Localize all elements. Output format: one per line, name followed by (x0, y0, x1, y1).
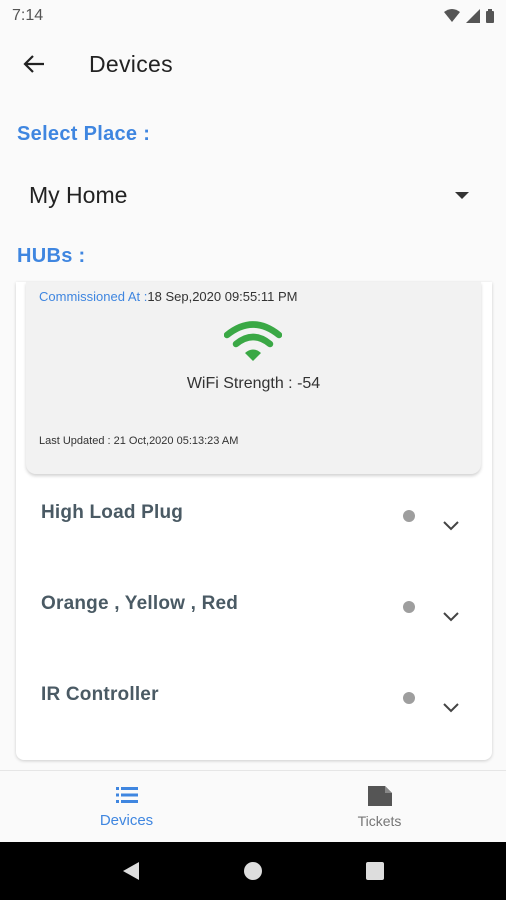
select-place-label: Select Place : (17, 123, 151, 145)
nav-devices[interactable]: Devices (0, 771, 253, 842)
system-home-button[interactable] (242, 860, 264, 882)
device-name: Orange , Yellow , Red (41, 593, 239, 614)
nav-tickets-label: Tickets (357, 812, 402, 829)
page-title: Devices (89, 50, 173, 77)
status-dot (403, 601, 415, 613)
system-back-button[interactable] (120, 860, 142, 882)
dropdown-arrow-icon (455, 191, 469, 199)
wifi-strength: WiFi Strength : -54 (186, 375, 321, 392)
app-bar: Devices (0, 32, 506, 96)
square-recents-icon (366, 862, 384, 880)
battery-icon (486, 9, 494, 23)
nav-devices-label: Devices (99, 812, 154, 829)
device-row-high-load-plug[interactable]: High Load Plug (16, 502, 492, 592)
commissioned-value: 18 Sep,2020 09:55:11 PM (147, 289, 298, 304)
place-select[interactable]: My Home (17, 172, 487, 218)
signal-icon (466, 9, 480, 23)
wifi-icon (224, 321, 282, 361)
back-button[interactable] (14, 44, 54, 84)
bottom-navigation: Devices Tickets (0, 770, 506, 842)
status-time: 7:14 (12, 7, 44, 24)
circle-home-icon (244, 862, 262, 880)
device-row-orange-yellow-red[interactable]: Orange , Yellow , Red (16, 593, 492, 683)
last-updated: Last Updated : 21 Oct,2020 05:13:23 AM (39, 435, 239, 447)
status-icons (444, 9, 494, 23)
place-selected-value: My Home (29, 181, 128, 208)
chevron-down-icon[interactable] (442, 702, 460, 714)
chevron-down-icon[interactable] (442, 520, 460, 532)
chevron-down-icon[interactable] (442, 611, 460, 623)
hubs-label: HUBs : (17, 245, 86, 267)
status-bar: 7:14 (0, 0, 506, 32)
hub-card[interactable]: Commissioned At :18 Sep,2020 09:55:11 PM… (26, 282, 481, 474)
status-dot (403, 692, 415, 704)
device-row-ir-controller[interactable]: IR Controller (16, 684, 492, 774)
list-icon (115, 787, 138, 803)
commissioned-label: Commissioned At : (39, 289, 148, 304)
system-navigation-bar (0, 842, 506, 900)
system-recents-button[interactable] (364, 860, 386, 882)
wifi-status-icon (444, 9, 460, 22)
device-name: High Load Plug (41, 502, 184, 523)
triangle-back-icon (123, 862, 139, 880)
commissioned-at: Commissioned At :18 Sep,2020 09:55:11 PM (39, 289, 297, 304)
status-dot (403, 510, 415, 522)
ticket-icon (367, 785, 392, 806)
nav-tickets[interactable]: Tickets (253, 771, 506, 842)
arrow-left-icon (23, 55, 44, 73)
device-name: IR Controller (41, 684, 159, 705)
